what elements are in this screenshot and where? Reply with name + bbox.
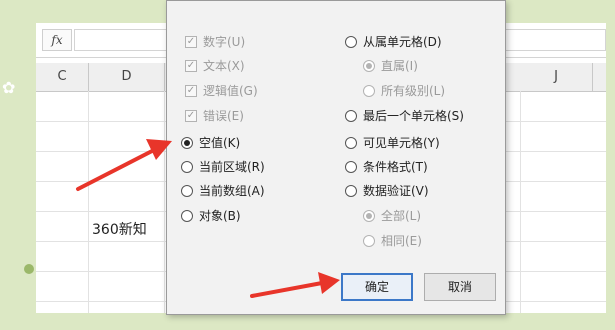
option-label: 数据验证(V) [363, 184, 429, 198]
option-text[interactable]: ✓ 文本(X) [185, 57, 245, 75]
option-last-cell[interactable]: 最后一个单元格(S) [345, 107, 464, 125]
radio-icon[interactable] [363, 235, 375, 247]
option-label: 数字(U) [203, 35, 246, 49]
background-flower-icon: ✿ [2, 78, 16, 97]
radio-selected-icon[interactable] [181, 137, 193, 149]
option-label: 直属(I) [381, 59, 418, 73]
go-to-special-dialog: ✓ 数字(U) ✓ 文本(X) ✓ 逻辑值(G) ✓ 错误(E) 空值(K) 当… [166, 0, 506, 315]
background-leaf-icon [24, 264, 34, 274]
option-label: 文本(X) [203, 59, 245, 73]
option-errors[interactable]: ✓ 错误(E) [185, 107, 244, 125]
option-direct-only[interactable]: 直属(I) [363, 57, 418, 75]
option-label: 从属单元格(D) [363, 35, 442, 49]
radio-icon[interactable] [181, 185, 193, 197]
radio-selected-icon[interactable] [363, 210, 375, 222]
option-label: 可见单元格(Y) [363, 136, 440, 150]
option-all-levels[interactable]: 所有级别(L) [363, 82, 445, 100]
option-validation-same[interactable]: 相同(E) [363, 232, 422, 250]
radio-icon[interactable] [345, 185, 357, 197]
option-label: 当前区域(R) [199, 160, 265, 174]
option-numbers[interactable]: ✓ 数字(U) [185, 33, 245, 51]
option-label: 当前数组(A) [199, 184, 265, 198]
radio-icon[interactable] [345, 137, 357, 149]
option-visible-cells[interactable]: 可见单元格(Y) [345, 134, 440, 152]
radio-icon[interactable] [345, 110, 357, 122]
option-label: 错误(E) [203, 109, 244, 123]
option-dependents[interactable]: 从属单元格(D) [345, 33, 442, 51]
function-icon[interactable]: fx [42, 29, 72, 51]
radio-selected-icon[interactable] [363, 60, 375, 72]
option-label: 相同(E) [381, 234, 422, 248]
checkbox-icon[interactable]: ✓ [185, 36, 197, 48]
option-conditional-formats[interactable]: 条件格式(T) [345, 158, 428, 176]
option-label: 所有级别(L) [381, 84, 446, 98]
gridline [164, 91, 165, 313]
radio-icon[interactable] [181, 161, 193, 173]
gridline [520, 91, 521, 313]
radio-icon[interactable] [345, 161, 357, 173]
option-current-region[interactable]: 当前区域(R) [181, 158, 265, 176]
option-logicals[interactable]: ✓ 逻辑值(G) [185, 82, 258, 100]
radio-icon[interactable] [363, 85, 375, 97]
cancel-button[interactable]: 取消 [424, 273, 496, 301]
option-label: 空值(K) [199, 136, 241, 150]
checkbox-icon[interactable]: ✓ [185, 85, 197, 97]
option-objects[interactable]: 对象(B) [181, 207, 241, 225]
checkbox-icon[interactable]: ✓ [185, 60, 197, 72]
option-label: 全部(L) [381, 209, 422, 223]
option-label: 逻辑值(G) [203, 84, 258, 98]
column-header-c[interactable]: C [36, 63, 89, 91]
checkbox-icon[interactable]: ✓ [185, 110, 197, 122]
option-data-validation[interactable]: 数据验证(V) [345, 182, 429, 200]
option-label: 对象(B) [199, 209, 241, 223]
column-header-j[interactable]: J [520, 63, 593, 91]
option-blanks[interactable]: 空值(K) [181, 134, 240, 152]
gridline [88, 91, 89, 313]
option-label: 条件格式(T) [363, 160, 428, 174]
option-validation-all[interactable]: 全部(L) [363, 207, 421, 225]
cell-d-text[interactable]: 360新知 [92, 219, 147, 239]
ok-button[interactable]: 确定 [341, 273, 413, 301]
option-current-array[interactable]: 当前数组(A) [181, 182, 265, 200]
option-label: 最后一个单元格(S) [363, 109, 464, 123]
radio-icon[interactable] [181, 210, 193, 222]
column-header-d[interactable]: D [89, 63, 165, 91]
radio-icon[interactable] [345, 36, 357, 48]
